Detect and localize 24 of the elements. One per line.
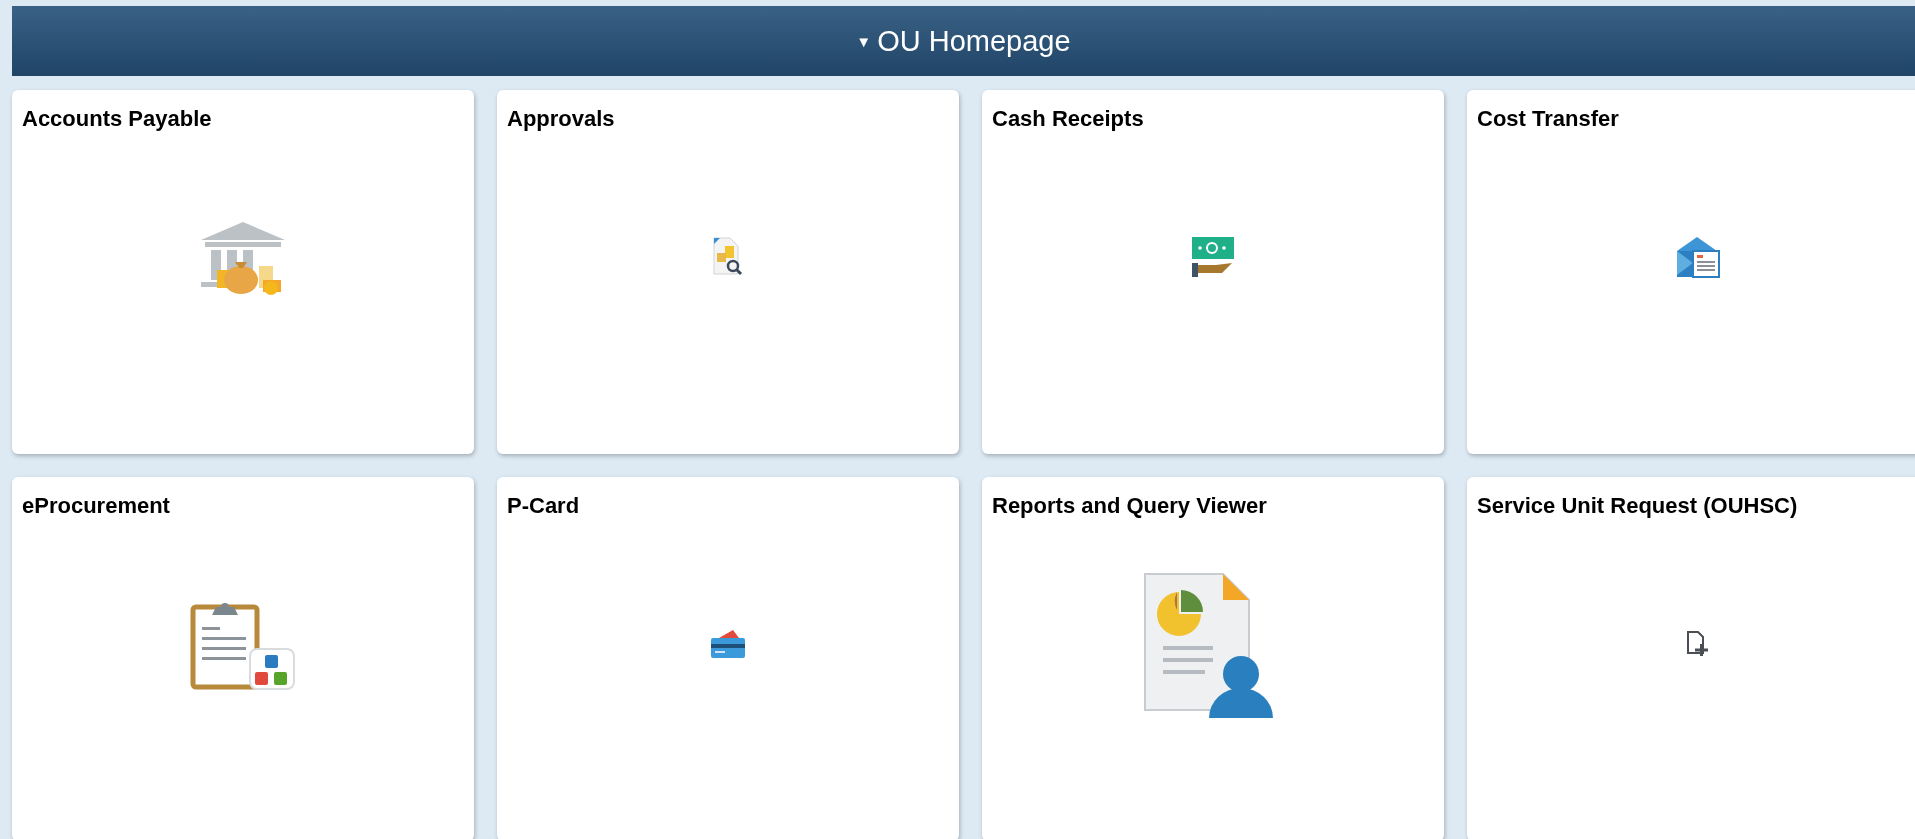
cash-hand-icon <box>1190 235 1236 279</box>
tile-title: Cost Transfer <box>1477 106 1619 132</box>
tile-card[interactable]: Reports and Query Viewer <box>982 477 1444 839</box>
tile-card[interactable]: eProcurement <box>12 477 474 839</box>
tile-card[interactable]: P-Card <box>497 477 959 839</box>
credit-card-icon <box>709 628 747 660</box>
tile-card[interactable]: Cash Receipts <box>982 90 1444 454</box>
tile-title: Approvals <box>507 106 615 132</box>
tile-card[interactable]: Accounts Payable <box>12 90 474 454</box>
page-header[interactable]: ▼ OU Homepage <box>12 6 1915 76</box>
tile-title: Cash Receipts <box>992 106 1144 132</box>
caret-icon[interactable]: ▼ <box>856 32 872 50</box>
tile-title: Reports and Query Viewer <box>992 493 1267 519</box>
page-title[interactable]: OU Homepage <box>877 24 1071 58</box>
tile-title: P-Card <box>507 493 580 519</box>
tile-title: Service Unit Request (OUHSC) <box>1477 493 1798 519</box>
tile-title: eProcurement <box>22 493 170 519</box>
document-search-icon <box>712 236 744 278</box>
tile-title: Accounts Payable <box>22 106 212 132</box>
tile-card[interactable]: Service Unit Request (OUHSC) <box>1467 477 1915 839</box>
tile-card[interactable]: Cost Transfer <box>1467 90 1915 454</box>
tile-card[interactable]: Approvals <box>497 90 959 454</box>
envelope-document-icon <box>1675 235 1721 279</box>
document-plus-icon <box>1685 630 1711 658</box>
